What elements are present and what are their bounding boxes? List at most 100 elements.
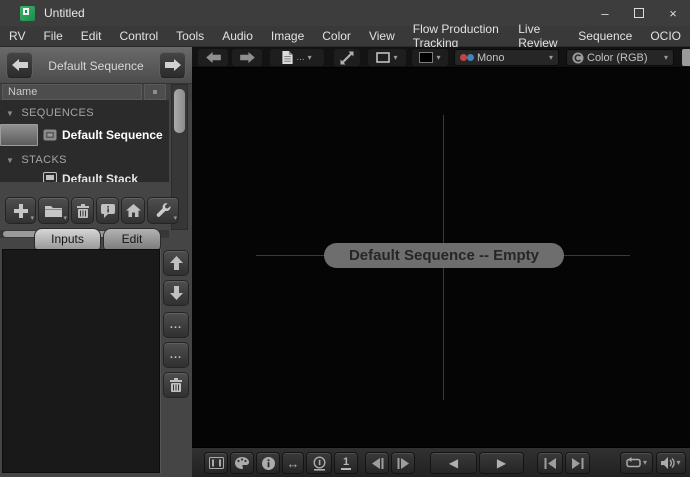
vertical-scrollbar-thumb[interactable] bbox=[174, 89, 185, 133]
skip-to-start-icon bbox=[544, 458, 557, 469]
tab-edit[interactable]: Edit bbox=[103, 228, 161, 249]
menu-sequence[interactable]: Sequence bbox=[569, 26, 641, 47]
menu-file[interactable]: File bbox=[34, 26, 71, 47]
menu-live-review[interactable]: Live Review bbox=[509, 26, 569, 47]
channel-display-dropdown[interactable]: Color (RGB) ▾ bbox=[566, 49, 674, 66]
add-view-button[interactable]: ▾ bbox=[5, 197, 36, 224]
title-bar: Untitled – × bbox=[0, 0, 690, 26]
loop-mode-button[interactable]: ▾ bbox=[620, 452, 653, 474]
view-mask-button[interactable]: ▾ bbox=[368, 49, 406, 66]
dropdown-caret-icon: ▾ bbox=[30, 214, 34, 222]
viewport-top-toolbar: ... ▾ ▾ ▾ Mono ▾ bbox=[192, 47, 690, 68]
next-marked-frame-button[interactable] bbox=[391, 452, 415, 474]
inputs-list[interactable] bbox=[2, 249, 160, 473]
info-circle-icon bbox=[262, 457, 275, 470]
frame-number-button[interactable]: 1 bbox=[334, 452, 358, 474]
image-info-button[interactable] bbox=[256, 452, 280, 474]
input-options-button[interactable]: ... bbox=[163, 312, 189, 338]
minimize-button[interactable]: – bbox=[588, 0, 622, 26]
menu-color[interactable]: Color bbox=[313, 26, 360, 47]
maximize-icon bbox=[634, 8, 644, 18]
history-back-button[interactable] bbox=[198, 49, 228, 66]
menu-image[interactable]: Image bbox=[262, 26, 313, 47]
ellipsis-icon: ... bbox=[170, 322, 182, 328]
frame-one-icon: 1 bbox=[341, 457, 351, 470]
status-column-header[interactable] bbox=[144, 84, 166, 100]
session-nav-header: Default Sequence bbox=[0, 47, 192, 84]
play-backward-button[interactable]: ◀ bbox=[430, 452, 477, 474]
in-out-range-button[interactable]: ↔ bbox=[282, 452, 304, 474]
home-icon bbox=[126, 204, 141, 217]
timecode-display-button[interactable] bbox=[306, 452, 332, 474]
move-input-up-button[interactable] bbox=[163, 250, 189, 276]
menu-edit[interactable]: Edit bbox=[72, 26, 111, 47]
black-swatch-icon bbox=[419, 52, 433, 63]
menu-rv[interactable]: RV bbox=[0, 26, 34, 47]
open-folder-button[interactable]: ▾ bbox=[38, 197, 69, 224]
menu-ocio[interactable]: OCIO bbox=[641, 26, 690, 47]
menu-tools[interactable]: Tools bbox=[167, 26, 213, 47]
stereo-mode-dropdown[interactable]: Mono ▾ bbox=[454, 49, 559, 66]
toolbar-overflow-handle[interactable] bbox=[682, 49, 690, 66]
remove-input-button[interactable] bbox=[163, 372, 189, 398]
color-tools-button[interactable] bbox=[230, 452, 254, 474]
ellipsis-icon: ... bbox=[170, 352, 182, 358]
tree-item-label: Default Sequence bbox=[62, 128, 163, 142]
expander-icon[interactable]: ▼ bbox=[6, 109, 14, 118]
empty-sequence-badge: Default Sequence -- Empty bbox=[324, 243, 564, 268]
go-to-start-button[interactable] bbox=[537, 452, 563, 474]
color-channel-icon bbox=[572, 52, 584, 64]
menu-control[interactable]: Control bbox=[110, 26, 167, 47]
menu-flow-production-tracking[interactable]: Flow Production Tracking bbox=[404, 26, 510, 47]
stereo-mode-value: Mono bbox=[477, 52, 505, 64]
settings-wrench-button[interactable]: ▾ bbox=[147, 197, 179, 224]
nav-previous-view-button[interactable] bbox=[6, 52, 33, 78]
session-browser-tree[interactable]: ▼ SEQUENCES Default Sequence ▼ STACKS De… bbox=[0, 100, 169, 182]
menu-view[interactable]: View bbox=[360, 26, 404, 47]
wrench-icon bbox=[156, 203, 171, 218]
audio-volume-button[interactable]: ▾ bbox=[656, 452, 686, 474]
nav-next-view-button[interactable] bbox=[159, 52, 186, 78]
screen-frame-icon bbox=[209, 457, 224, 469]
timeline-toggle-button[interactable] bbox=[204, 452, 228, 474]
background-pattern-button[interactable]: ▾ bbox=[412, 49, 448, 66]
app-icon bbox=[20, 6, 35, 21]
name-column-header[interactable]: Name bbox=[2, 84, 142, 100]
trash-icon bbox=[77, 204, 89, 218]
input-options-button-2[interactable]: ... bbox=[163, 342, 189, 368]
folder-icon bbox=[45, 204, 62, 217]
close-button[interactable]: × bbox=[656, 0, 690, 26]
ellipsis-icon: ... bbox=[296, 55, 304, 61]
window-title: Untitled bbox=[44, 6, 85, 20]
prev-marked-frame-button[interactable] bbox=[365, 452, 389, 474]
play-forward-button[interactable]: ▶ bbox=[479, 452, 524, 474]
play-forward-icon: ▶ bbox=[497, 457, 506, 469]
info-bubble-icon bbox=[101, 204, 115, 218]
frame-rect-icon bbox=[376, 52, 390, 63]
stacks-section-row[interactable]: ▼ STACKS bbox=[6, 152, 67, 168]
history-forward-button[interactable] bbox=[232, 49, 262, 66]
tree-row-default-stack[interactable]: Default Stack bbox=[0, 170, 169, 182]
session-document-button[interactable]: ... ▾ bbox=[270, 49, 324, 66]
menu-bar: RV File Edit Control Tools Audio Image C… bbox=[0, 26, 690, 47]
annotation-button[interactable] bbox=[96, 197, 119, 224]
tab-inputs[interactable]: Inputs bbox=[34, 228, 101, 249]
maximize-button[interactable] bbox=[622, 0, 656, 26]
home-button[interactable] bbox=[121, 197, 145, 224]
tree-row-default-sequence[interactable]: Default Sequence bbox=[0, 123, 169, 147]
image-viewport[interactable]: ... ▾ ▾ ▾ Mono ▾ bbox=[192, 47, 690, 477]
sync-tool-button[interactable] bbox=[334, 49, 360, 66]
dropdown-caret-icon: ▾ bbox=[643, 459, 647, 467]
menu-audio[interactable]: Audio bbox=[213, 26, 262, 47]
dropdown-caret-icon: ▾ bbox=[549, 54, 553, 62]
sequence-icon bbox=[43, 128, 57, 142]
move-input-down-button[interactable] bbox=[163, 280, 189, 306]
sequences-section-row[interactable]: ▼ SEQUENCES bbox=[6, 105, 94, 121]
dropdown-caret-icon: ▾ bbox=[436, 54, 440, 62]
expander-icon[interactable]: ▼ bbox=[6, 156, 14, 165]
plus-icon bbox=[14, 204, 28, 218]
go-to-end-button[interactable] bbox=[565, 452, 590, 474]
up-arrow-icon bbox=[170, 256, 183, 270]
sequence-thumbnail bbox=[0, 124, 38, 146]
delete-view-button[interactable] bbox=[71, 197, 94, 224]
